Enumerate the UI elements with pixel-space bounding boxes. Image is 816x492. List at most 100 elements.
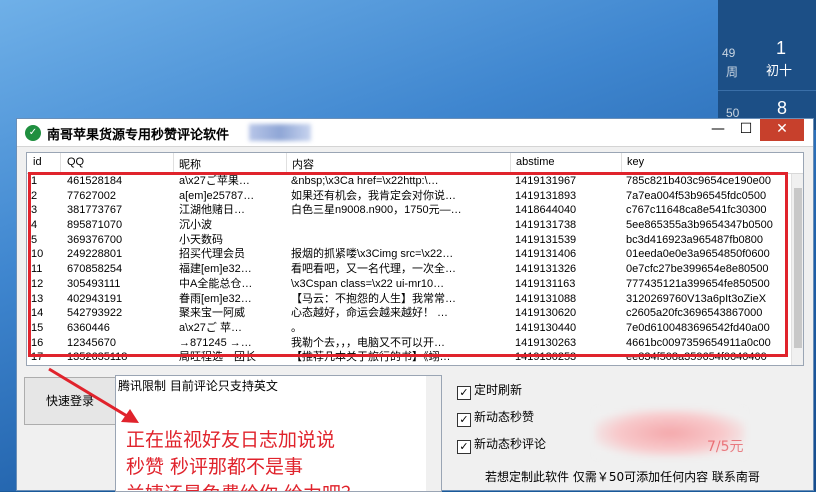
table-row[interactable]: 12 305493111 中A全能总仓… \x3Cspan class=\x22 ui… [27, 277, 791, 292]
cell-content: 看吧看吧，又一名代理，一次全… [291, 263, 456, 276]
table-row[interactable]: 16 12345670 →871245 →… 我勒个去，，，电脑又不可以开… 14191… [27, 336, 791, 351]
dynamic-like-label: 新动态秒赞 [474, 410, 535, 424]
week-number-49: 49 [722, 46, 736, 60]
cell-key: 4661bc0097359654911a0c00 [626, 336, 771, 349]
column-header-abstime[interactable]: abstime [516, 156, 555, 168]
cell-abstime: 1419130263 [515, 336, 577, 349]
blurred-title-suffix [249, 124, 311, 141]
cell-qq: 542793922 [67, 307, 123, 320]
app-window: ✓ 南哥苹果货源专用秒赞评论软件 — ☐ ✕ id QQ 昵称 内容 absti… [16, 118, 814, 492]
vertical-scrollbar[interactable] [791, 174, 803, 365]
cell-qq: 249228801 [67, 248, 123, 261]
cell-id: 12 [31, 277, 44, 290]
cell-content: 【推荐几本关于旅行的书】《翊… [291, 351, 451, 364]
checkbox-check-icon[interactable]: ✓ [457, 440, 471, 454]
cell-content: 报烟的抓紧喽\x3Cimg src=\x22… [291, 248, 454, 261]
cell-qq: 461528184 [67, 175, 123, 187]
table-row[interactable]: 13 402943191 眷雨[em]e32… 【马云：不抱怨的人生】我常常… 1419… [27, 292, 791, 307]
table-row[interactable]: 1 461528184 a\x27ご苹果… &nbsp;\x3Ca href=\x22… [27, 174, 791, 189]
column-header-qq[interactable]: QQ [67, 156, 84, 168]
table-row[interactable]: 2 77627002 a[em]e25787… 如果还有机会，我肯定会对你说… 1419… [27, 189, 791, 204]
cell-id: 2 [31, 189, 38, 202]
minimize-button[interactable]: — [703, 119, 733, 141]
cell-id: 14 [31, 307, 44, 320]
column-divider[interactable] [60, 153, 61, 173]
column-header-key[interactable]: key [627, 156, 644, 168]
window-title: 南哥苹果货源专用秒赞评论软件 [47, 128, 230, 143]
cell-qq: 895871070 [67, 219, 123, 232]
dynamic-comment-label: 新动态秒评论 [474, 437, 547, 451]
cell-key: ee834f508a359654f0640400 [626, 351, 767, 364]
dynamic-like-checkbox[interactable]: ✓ 新动态秒赞 [457, 408, 534, 427]
calendar-day-1[interactable]: 1 [776, 38, 786, 59]
close-button[interactable]: ✕ [760, 119, 804, 141]
cell-id: 15 [31, 321, 44, 334]
scrollbar-thumb[interactable] [794, 188, 802, 348]
dynamic-comment-checkbox[interactable]: ✓ 新动态秒评论 [457, 435, 546, 454]
cell-id: 4 [31, 219, 38, 232]
cell-abstime: 1419131967 [515, 175, 577, 187]
title-bar[interactable]: ✓ 南哥苹果货源专用秒赞评论软件 — ☐ ✕ [17, 119, 813, 147]
cell-nickname: 眷雨[em]e32… [179, 292, 252, 305]
cell-qq: 670858254 [67, 263, 123, 276]
table-row[interactable]: 4 895871070 沉小波 1419131738 5ee865355a3b96543… [27, 218, 791, 233]
table-row[interactable]: 5 369376700 小天数码 1419131539 bc3d416923a96548… [27, 233, 791, 248]
notes-textbox[interactable]: 腾讯限制 目前评论只支持英文 正在监视好友日志加说说 秒赞 秒评那都不是事 兰婕… [115, 375, 442, 492]
cell-key: 785c821b403c9654ce190e00 [626, 175, 771, 187]
timed-refresh-label: 定时刷新 [474, 383, 523, 397]
annotation-line-1: 正在监视好友日志加说说 [126, 429, 336, 451]
notes-scrollbar[interactable] [426, 376, 441, 491]
table-row[interactable]: 10 249228801 招买代理会员 报烟的抓紧喽\x3Cimg src=\x22…… [27, 247, 791, 262]
cell-nickname: 招买代理会员 [179, 248, 245, 261]
cell-key: 777435121a399654fe850500 [626, 277, 770, 290]
column-header-id[interactable]: id [33, 156, 42, 168]
cell-nickname: 聚来宝一阿威 [179, 307, 245, 320]
cell-qq: 12345670 [67, 336, 116, 349]
calendar-divider [718, 90, 816, 91]
cell-abstime: 1419130620 [515, 307, 577, 320]
cell-id: 13 [31, 292, 44, 305]
cell-key: 3120269760V13a6pIt3oZieX [626, 292, 767, 305]
cell-abstime: 1419130253 [515, 351, 577, 364]
column-header-nickname[interactable]: 昵称 [179, 156, 201, 172]
cell-key: c2605a20fc3696543867000 [626, 307, 763, 320]
cell-id: 3 [31, 204, 38, 217]
cell-nickname: 沉小波 [179, 219, 212, 232]
cell-key: 0e7cfc27be399654e8e80500 [626, 263, 769, 276]
calendar-day-1-lunar: 初十 [766, 63, 793, 78]
column-divider[interactable] [173, 153, 174, 173]
table-row[interactable]: 15 6360446 a\x27ご 苹… 。 1419130440 7e0d6100483… [27, 321, 791, 336]
cell-qq: 1352635118 [67, 351, 128, 364]
cell-content: 。 [291, 321, 302, 334]
cell-id: 16 [31, 336, 44, 349]
cell-qq: 402943191 [67, 292, 123, 305]
column-divider[interactable] [621, 153, 622, 173]
cell-key: c767c11648ca8e541fc30300 [626, 204, 767, 217]
table-row[interactable]: 17 1352635118 局旺程选一团长 【推荐几本关于旅行的书】《翊… 141913… [27, 350, 791, 365]
timed-refresh-checkbox[interactable]: ✓ 定时刷新 [457, 381, 522, 400]
checkbox-check-icon[interactable]: ✓ [457, 413, 471, 427]
cell-content: 【马云：不抱怨的人生】我常常… [291, 292, 456, 305]
cell-id: 1 [31, 175, 38, 187]
column-divider[interactable] [510, 153, 511, 173]
maximize-button[interactable]: ☐ [731, 119, 761, 141]
table-row[interactable]: 11 670858254 福建[em]e32… 看吧看吧，又一名代理，一次全… 1419… [27, 262, 791, 277]
cell-qq: 369376700 [67, 233, 123, 246]
week-label: 周 [726, 65, 739, 79]
cell-id: 5 [31, 233, 38, 246]
checkbox-check-icon[interactable]: ✓ [457, 386, 471, 400]
table-row[interactable]: 14 542793922 聚来宝一阿威 心态越好，命运会越来越好！ … 14191306… [27, 306, 791, 321]
calendar-day-8[interactable]: 8 [777, 98, 787, 119]
column-header-content[interactable]: 内容 [292, 156, 314, 172]
annotation-line-2: 秒赞 秒评那都不是事 [126, 456, 304, 478]
column-divider[interactable] [286, 153, 287, 173]
table-row[interactable]: 3 381773767 江湖他赌日… 白色三星n9008.n900，1750元—… 14… [27, 203, 791, 218]
cell-key: 5ee865355a3b9654347b0500 [626, 219, 773, 232]
cell-abstime: 1419131539 [515, 233, 577, 246]
cell-abstime: 1419131893 [515, 189, 577, 202]
cell-qq: 381773767 [67, 204, 123, 217]
cell-abstime: 1419131088 [515, 292, 577, 305]
cell-content: 我勒个去，，，电脑又不可以开… [291, 336, 445, 349]
posts-table[interactable]: id QQ 昵称 内容 abstime key 1 461528184 a\x27ご… [26, 152, 804, 366]
cell-nickname: 福建[em]e32… [179, 263, 252, 276]
